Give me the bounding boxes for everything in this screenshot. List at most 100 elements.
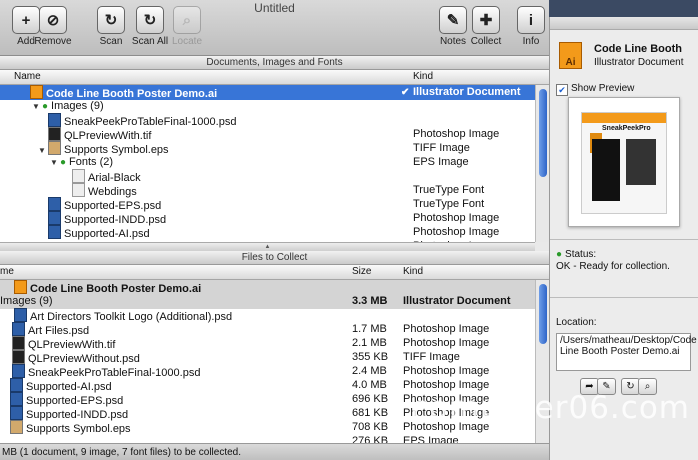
documents-scrollbar[interactable]	[535, 85, 549, 242]
documents-row[interactable]: ▼ ● Fonts (2) EPS Image	[0, 155, 535, 170]
location-field[interactable]: /Users/matheau/Desktop/Code Line Booth P…	[556, 333, 697, 371]
collect-icon: ✚	[472, 6, 500, 34]
documents-scroll-thumb[interactable]	[539, 89, 547, 177]
row-name: Images (9)	[0, 295, 53, 307]
row-size: 2.4 MB	[352, 365, 387, 377]
toolbar-label: Remove	[34, 36, 72, 47]
row-kind: Photoshop Image	[403, 337, 490, 349]
documents-section-title: Documents, Images and Fonts	[0, 56, 549, 70]
psd-file-icon	[12, 322, 25, 336]
watermark: computer06.com	[410, 390, 690, 426]
eps-file-icon	[48, 141, 61, 155]
row-name: Fonts (2)	[69, 156, 114, 168]
remove-button[interactable]: ⊘ Remove	[30, 6, 76, 47]
row-size: 1.7 MB	[352, 323, 387, 335]
psd-file-icon	[48, 211, 61, 225]
documents-header: Name Kind	[0, 70, 549, 85]
row-size: 681 KB	[352, 407, 389, 419]
row-kind: EPS Image	[413, 156, 469, 168]
split-divider[interactable]: ▲	[0, 242, 535, 251]
documents-row[interactable]: Supported-AI.psd Photoshop Image	[0, 225, 535, 240]
illustrator-file-icon: Ai	[559, 42, 582, 69]
psd-file-icon	[10, 392, 23, 406]
column-name[interactable]: Name	[14, 70, 41, 84]
documents-row[interactable]: Arial-Black	[0, 169, 535, 184]
collect-button[interactable]: ✚ Collect	[463, 6, 509, 47]
collect-row[interactable]: Art Files.psd 1.7 MB Photoshop Image	[0, 322, 535, 337]
row-kind: Illustrator Document	[403, 295, 511, 307]
show-preview-label: Show Preview	[571, 83, 635, 94]
column-kind[interactable]: Kind	[413, 70, 433, 84]
row-kind: EPS Image	[403, 435, 459, 443]
toolbar: Untitled + Add ⊘ Remove ↻ Scan ↻ Scan All ⌕ Locat…	[0, 0, 549, 56]
location-label: Location:	[556, 317, 597, 328]
status-bar: MB (1 document, 9 image, 7 font files) t…	[0, 443, 549, 460]
row-size: 2.1 MB	[352, 337, 387, 349]
disclosure-triangle-icon[interactable]: ▼	[50, 155, 60, 170]
poster-image: SneakPeekPro	[581, 112, 667, 214]
checkbox-check-icon[interactable]: ✔	[556, 84, 568, 96]
row-kind: TIFF Image	[403, 351, 460, 363]
psd-file-icon	[10, 406, 23, 420]
locate-button[interactable]: ⌕ Locate	[164, 6, 210, 47]
row-kind: TIFF Image	[413, 142, 470, 154]
row-size: 4.0 MB	[352, 379, 387, 391]
font-file-icon	[72, 169, 85, 183]
column-size[interactable]: Size	[352, 265, 371, 279]
column-kind[interactable]: Kind	[403, 265, 423, 279]
documents-row[interactable]: Supported-EPS.psd TrueType Font	[0, 197, 535, 212]
status-ok-icon: ●	[556, 249, 563, 260]
documents-row[interactable]: Webdings TrueType Font	[0, 183, 535, 198]
eps-file-icon	[10, 420, 23, 434]
row-size: 696 KB	[352, 393, 389, 405]
documents-row[interactable]: Supported-INDD.psd Photoshop Image	[0, 211, 535, 226]
collect-row[interactable]: Images (9) 3.3 MB Illustrator Document	[0, 294, 535, 309]
psd-file-icon	[48, 225, 61, 239]
show-preview-checkbox[interactable]: ✔ Show Preview	[556, 83, 634, 96]
scan-all-icon: ↻	[136, 6, 164, 34]
row-kind: Photoshop Image	[413, 212, 500, 224]
row-size: 3.3 MB	[352, 295, 388, 307]
row-size: 276 KB	[352, 435, 389, 443]
row-size: 708 KB	[352, 421, 389, 433]
status-text: MB (1 document, 9 image, 7 font files) t…	[2, 447, 242, 458]
psd-file-icon	[48, 197, 61, 211]
disclosure-triangle-icon[interactable]: ▼	[32, 99, 42, 114]
toolbar-label: Locate	[171, 36, 203, 47]
psd-file-icon	[48, 113, 61, 127]
info-icon: i	[517, 6, 545, 34]
remove-icon: ⊘	[39, 6, 67, 34]
collect-header: me Size Kind	[0, 265, 549, 280]
documents-row[interactable]: ✔ Code Line Booth Poster Demo.ai Illustrat…	[0, 85, 535, 100]
check-icon: ✔	[401, 87, 410, 98]
tif-file-icon	[12, 350, 25, 364]
row-kind: TrueType Font	[413, 198, 485, 210]
collect-row[interactable]: Art Directors Toolkit Logo (Additional).…	[0, 308, 535, 323]
ai-file-icon	[30, 85, 43, 99]
collect-row[interactable]: QLPreviewWith.tif 2.1 MB Photoshop Image	[0, 336, 535, 351]
documents-row[interactable]: ▼ Supports Symbol.eps TIFF Image	[0, 141, 535, 156]
documents-list[interactable]: ✔ Code Line Booth Poster Demo.ai Illustrat…	[0, 85, 535, 242]
scan-icon: ↻	[97, 6, 125, 34]
column-name[interactable]: me	[0, 265, 14, 279]
row-kind: Photoshop Image	[413, 226, 500, 238]
status-label: ● Status:	[556, 249, 597, 260]
documents-row[interactable]: QLPreviewWith.tif Photoshop Image	[0, 127, 535, 142]
collect-row[interactable]: SneakPeekProTableFinal-1000.psd 2.4 MB Pho…	[0, 364, 535, 379]
row-kind: Illustrator Document	[413, 86, 521, 98]
toolbar-label: Collect	[470, 36, 502, 47]
ok-status-icon: ●	[60, 157, 67, 168]
tif-file-icon	[12, 336, 25, 350]
collect-row[interactable]: QLPreviewWithout.psd 355 KB TIFF Image	[0, 350, 535, 365]
info-doc-title: Code Line Booth	[594, 43, 682, 55]
documents-row[interactable]: ▼ ● Images (9)	[0, 99, 535, 114]
row-name: Images (9)	[51, 100, 104, 112]
row-size: 355 KB	[352, 351, 389, 363]
collect-row[interactable]: 276 KB EPS Image	[0, 434, 535, 443]
info-doc-type: Illustrator Document	[594, 57, 684, 68]
info-button[interactable]: i Info	[508, 6, 549, 47]
documents-row[interactable]: SneakPeekProTableFinal-1000.psd	[0, 113, 535, 128]
status-value: OK - Ready for collection.	[556, 261, 670, 272]
collect-scroll-thumb[interactable]	[539, 284, 547, 344]
collect-row[interactable]: Code Line Booth Poster Demo.ai	[0, 280, 535, 295]
